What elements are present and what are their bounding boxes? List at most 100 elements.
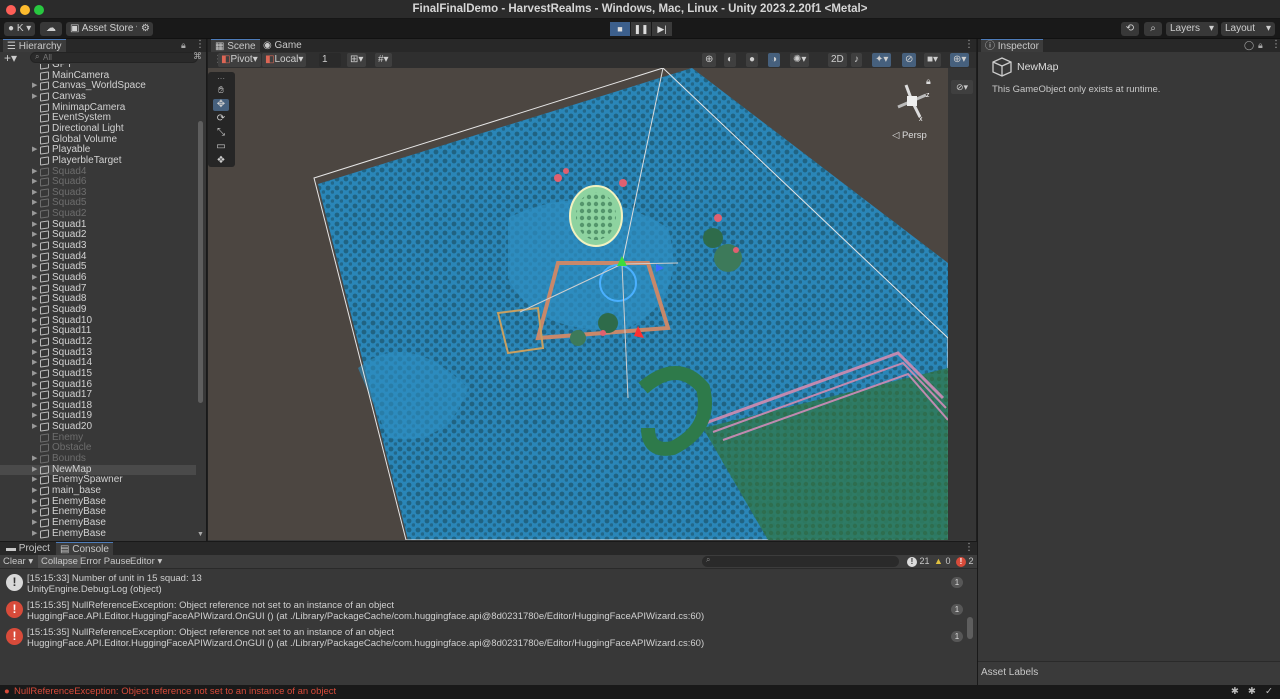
settings-gear-icon[interactable]: ⚙ [137, 22, 153, 36]
hierarchy-scrollbar[interactable] [198, 121, 203, 403]
tab-inspector[interactable]: ⓘ Inspector [981, 39, 1043, 52]
expand-arrow-icon[interactable]: ▶ [32, 241, 37, 252]
expand-arrow-icon[interactable]: ▶ [32, 465, 37, 476]
expand-arrow-icon[interactable]: ▶ [32, 518, 37, 529]
hierarchy-item[interactable]: Directional Light [0, 123, 196, 135]
expand-arrow-icon[interactable]: ▶ [32, 177, 37, 188]
expand-arrow-icon[interactable]: ▶ [32, 390, 37, 401]
history-icon[interactable]: ⟲ [1121, 22, 1139, 36]
hierarchy-item[interactable]: Obstacle [0, 443, 196, 454]
collapse-toggle[interactable]: Collapse [38, 555, 81, 568]
hierarchy-item[interactable]: ▶ Squad1 [0, 219, 196, 231]
layout-dropdown[interactable]: Layout ▾ [1221, 22, 1275, 36]
shading-lit-icon[interactable]: ◑ [768, 53, 781, 67]
console-scrollbar[interactable] [967, 617, 973, 639]
grid-visibility-icon[interactable]: #▾ [375, 53, 392, 67]
hierarchy-item[interactable]: ▶ Squad14 [0, 357, 196, 369]
move-tool-icon[interactable]: ✥ [213, 99, 229, 111]
hierarchy-item[interactable]: ▶ Squad2 [0, 208, 196, 220]
expand-arrow-icon[interactable]: ▶ [32, 358, 37, 369]
expand-arrow-icon[interactable]: ▶ [32, 167, 37, 178]
persp-toggle[interactable]: ◁ Persp [892, 130, 927, 141]
drag-handle-icon[interactable]: ⋯ [213, 73, 229, 85]
hierarchy-item[interactable]: ▶ Canvas_WorldSpace [0, 81, 196, 92]
debug-mode-icon[interactable]: ✱ [1248, 685, 1256, 699]
debug-toggle-icon[interactable]: ◯ [1244, 40, 1254, 51]
expand-arrow-icon[interactable]: ▶ [32, 92, 37, 103]
expand-arrow-icon[interactable]: ▶ [32, 316, 37, 327]
hierarchy-item[interactable]: ▶ EnemyBase [0, 528, 196, 539]
expand-arrow-icon[interactable]: ▶ [32, 422, 37, 433]
hierarchy-item[interactable]: ▶ Squad3 [0, 187, 196, 199]
error-pause-toggle[interactable]: Error Pause [80, 556, 131, 567]
scene-render[interactable] [208, 68, 948, 540]
hierarchy-item[interactable]: ▶ Squad11 [0, 326, 196, 337]
expand-arrow-icon[interactable]: ▶ [32, 273, 37, 284]
scale-tool-icon[interactable]: ⤡ [213, 127, 229, 139]
gizmos-toggle-icon[interactable]: ⊕▾ [950, 53, 970, 67]
panel-menu-icon[interactable]: ⋮ [1271, 39, 1280, 50]
console-entry[interactable]: ! [15:15:35] NullReferenceException: Obje… [0, 624, 965, 650]
effects-toggle-icon[interactable]: ✦▾ [872, 53, 892, 67]
expand-arrow-icon[interactable]: ▶ [32, 284, 37, 295]
expand-arrow-icon[interactable]: ▶ [32, 507, 37, 518]
expand-arrow-icon[interactable]: ▶ [32, 220, 37, 231]
hierarchy-item[interactable]: ▶ Squad5 [0, 198, 196, 209]
hierarchy-item[interactable]: Global Volume [0, 134, 196, 146]
expand-arrow-icon[interactable]: ▶ [32, 337, 37, 348]
play-button[interactable]: ■ [610, 22, 630, 36]
panel-menu-icon[interactable]: ⋮ [964, 39, 974, 50]
shading-wire-icon[interactable]: ◐ [724, 53, 737, 67]
expand-arrow-icon[interactable]: ▶ [32, 252, 37, 263]
lock-icon[interactable]: 🔒︎ [181, 40, 186, 51]
lock-icon[interactable]: 🔒︎ [1258, 40, 1263, 51]
transform-tool-icon[interactable]: ❖ [213, 155, 229, 167]
hidden-objects-icon[interactable]: ⊘ [902, 53, 917, 67]
console-search-input[interactable]: ⌕ [702, 555, 899, 567]
hierarchy-item[interactable]: ▶ Squad20 [0, 421, 196, 433]
hierarchy-item[interactable]: ▶ Squad16 [0, 379, 196, 391]
expand-arrow-icon[interactable]: ▶ [32, 294, 37, 305]
hierarchy-item[interactable]: ▶ Bounds [0, 453, 196, 465]
asset-store-dropdown[interactable]: ▣ Asset Store ▾ [66, 22, 146, 36]
expand-arrow-icon[interactable]: ▶ [32, 497, 37, 508]
mode-2d-button[interactable]: 2D [828, 53, 847, 67]
bug-icon[interactable]: ✱ [1231, 685, 1239, 699]
hierarchy-item[interactable]: ▶ Squad10 [0, 315, 196, 327]
expand-arrow-icon[interactable]: ▶ [32, 454, 37, 465]
cloud-icon[interactable]: ☁ [40, 22, 62, 36]
hierarchy-item[interactable]: ▶ Squad6 [0, 176, 196, 188]
status-message[interactable]: NullReferenceException: Object reference… [14, 685, 336, 699]
pause-button[interactable]: ❚❚ [631, 22, 651, 36]
draw-mode-icon[interactable]: ⊕ [702, 53, 717, 67]
filter-icon[interactable]: ⌘ [193, 51, 202, 62]
editor-dropdown[interactable]: Editor ▾ [130, 556, 162, 567]
hierarchy-item[interactable]: ▶ Squad2 [0, 230, 196, 241]
tab-console[interactable]: ▤ Console [56, 542, 113, 555]
hierarchy-item[interactable]: ▶ Squad9 [0, 304, 196, 316]
panel-menu-icon[interactable]: ⋮ [195, 39, 205, 50]
expand-arrow-icon[interactable]: ▶ [32, 486, 37, 497]
expand-arrow-icon[interactable]: ▶ [32, 209, 37, 220]
expand-arrow-icon[interactable]: ▶ [32, 262, 37, 273]
drag-handle-icon[interactable]: ⋮ [210, 53, 223, 67]
warning-filter-toggle[interactable]: ▲ 0 [934, 556, 950, 566]
tab-game[interactable]: ◉ Game [259, 39, 306, 52]
hierarchy-search-input[interactable]: ⌕ All [30, 52, 198, 63]
hierarchy-item[interactable]: ▶ Squad5 [0, 262, 196, 273]
camera-settings-icon[interactable]: ■▾ [924, 53, 942, 67]
hierarchy-item[interactable]: ▶ Squad8 [0, 294, 196, 305]
hierarchy-item[interactable]: ▶ Squad15 [0, 368, 196, 380]
expand-arrow-icon[interactable]: ▶ [32, 369, 37, 380]
audio-toggle-icon[interactable]: ♪ [851, 53, 862, 67]
console-entry[interactable]: ! [15:15:33] Number of unit in 15 squad: … [0, 570, 965, 596]
hierarchy-item[interactable]: ▶ Squad17 [0, 389, 196, 401]
hierarchy-item[interactable]: ▶ Squad19 [0, 411, 196, 422]
hierarchy-item[interactable]: ▶ Squad18 [0, 400, 196, 412]
hierarchy-item[interactable]: ▶ Squad4 [0, 166, 196, 178]
hierarchy-item[interactable]: ▶ Squad13 [0, 347, 196, 359]
hierarchy-item[interactable]: ▶ Squad6 [0, 272, 196, 284]
scroll-down-icon[interactable]: ▼ [197, 531, 204, 538]
expand-arrow-icon[interactable]: ▶ [32, 305, 37, 316]
grid-snap-input[interactable]: 1 [319, 53, 341, 67]
